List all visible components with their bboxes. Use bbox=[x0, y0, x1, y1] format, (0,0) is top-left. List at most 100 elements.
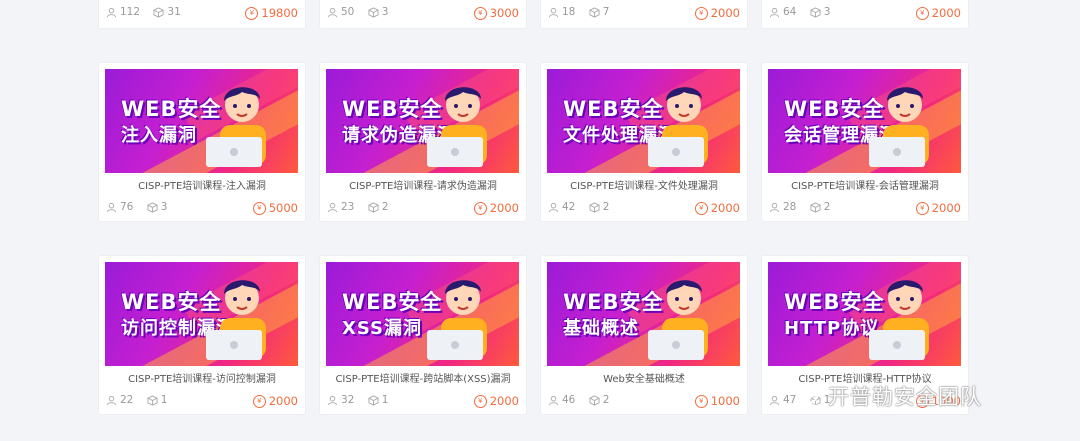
cube-icon bbox=[810, 6, 821, 18]
yuan-icon: ¥ bbox=[252, 202, 266, 215]
user-icon bbox=[769, 7, 780, 17]
user-icon bbox=[548, 7, 559, 17]
person-laptop-illustration bbox=[648, 280, 708, 360]
lesson-count: 31 bbox=[167, 6, 181, 18]
course-banner[interactable]: WEB安全 会话管理漏洞 bbox=[768, 69, 961, 173]
lesson-count: 3 bbox=[381, 6, 389, 18]
lesson-count: 1 bbox=[381, 394, 389, 406]
card-meta: 46 2 ¥1000 bbox=[548, 394, 740, 408]
yuan-icon: ¥ bbox=[915, 7, 929, 20]
course-card[interactable]: WEB安全 会话管理漏洞 CISP-PTE培训课程-会话管理漏洞 28 2 ¥2… bbox=[762, 63, 968, 221]
learner-count: 23 bbox=[341, 201, 355, 213]
lesson-count: 2 bbox=[823, 201, 831, 213]
wechat-watermark: 开普勒安全团队 bbox=[800, 381, 982, 411]
course-banner[interactable]: WEB安全 基础概述 bbox=[547, 262, 740, 366]
price-value: 2000 bbox=[931, 201, 961, 215]
yuan-icon: ¥ bbox=[694, 7, 708, 20]
course-banner[interactable]: WEB安全 XSS漏洞 bbox=[326, 262, 519, 366]
course-card[interactable]: WEB安全 访问控制漏洞 CISP-PTE培训课程-访问控制漏洞 22 1 ¥2… bbox=[99, 256, 305, 414]
user-icon bbox=[769, 202, 780, 212]
price-value: 2000 bbox=[710, 201, 740, 215]
course-banner[interactable]: WEB安全 访问控制漏洞 bbox=[105, 262, 298, 366]
course-card[interactable]: 112 31 ¥19800 bbox=[99, 0, 305, 28]
card-meta: 42 2 ¥2000 bbox=[548, 201, 740, 215]
course-card[interactable]: 18 7 ¥2000 bbox=[541, 0, 747, 28]
course-banner[interactable]: WEB安全 请求伪造漏洞 bbox=[326, 69, 519, 173]
lesson-count: 7 bbox=[602, 6, 610, 18]
cube-icon bbox=[368, 201, 379, 213]
course-card[interactable]: 50 3 ¥3000 bbox=[320, 0, 526, 28]
course-title[interactable]: CISP-PTE培训课程-访问控制漏洞 bbox=[99, 370, 305, 385]
price: ¥2000 bbox=[252, 394, 298, 408]
cube-icon bbox=[589, 394, 600, 406]
lesson-count: 2 bbox=[381, 201, 389, 213]
course-title[interactable]: CISP-PTE培训课程-请求伪造漏洞 bbox=[320, 177, 526, 192]
user-icon bbox=[106, 7, 117, 17]
price-value: 3000 bbox=[489, 6, 519, 20]
yuan-icon: ¥ bbox=[694, 202, 708, 215]
banner-line2: 基础概述 bbox=[563, 318, 639, 339]
lesson-count: 1 bbox=[160, 394, 168, 406]
cube-icon bbox=[147, 201, 158, 213]
course-title[interactable]: CISP-PTE培训课程-跨站脚本(XSS)漏洞 bbox=[320, 370, 526, 385]
course-title[interactable]: CISP-PTE培训课程-文件处理漏洞 bbox=[541, 177, 747, 192]
lesson-count: 2 bbox=[602, 201, 610, 213]
price: ¥2000 bbox=[694, 6, 740, 20]
banner-line2: 注入漏洞 bbox=[121, 125, 197, 146]
price-value: 2000 bbox=[931, 6, 961, 20]
cube-icon bbox=[589, 6, 600, 18]
person-laptop-illustration bbox=[648, 87, 708, 167]
card-meta: 23 2 ¥2000 bbox=[327, 201, 519, 215]
yuan-icon: ¥ bbox=[245, 7, 259, 20]
learner-count: 32 bbox=[341, 394, 355, 406]
yuan-icon: ¥ bbox=[252, 395, 266, 408]
course-card[interactable]: WEB安全 XSS漏洞 CISP-PTE培训课程-跨站脚本(XSS)漏洞 32 … bbox=[320, 256, 526, 414]
price-value: 2000 bbox=[489, 201, 519, 215]
price: ¥2000 bbox=[473, 201, 519, 215]
cube-icon bbox=[368, 394, 379, 406]
price: ¥2000 bbox=[915, 201, 961, 215]
learner-count: 64 bbox=[783, 6, 797, 18]
card-meta: 18 7 ¥2000 bbox=[548, 6, 740, 20]
learner-count: 18 bbox=[562, 6, 576, 18]
course-card[interactable]: WEB安全 请求伪造漏洞 CISP-PTE培训课程-请求伪造漏洞 23 2 ¥2… bbox=[320, 63, 526, 221]
course-card[interactable]: WEB安全 文件处理漏洞 CISP-PTE培训课程-文件处理漏洞 42 2 ¥2… bbox=[541, 63, 747, 221]
yuan-icon: ¥ bbox=[473, 7, 487, 20]
course-card[interactable]: WEB安全 基础概述 Web安全基础概述 46 2 ¥1000 bbox=[541, 256, 747, 414]
price-value: 2000 bbox=[710, 6, 740, 20]
course-banner[interactable]: WEB安全 HTTP协议 bbox=[768, 262, 961, 366]
course-title[interactable]: CISP-PTE培训课程-注入漏洞 bbox=[99, 177, 305, 192]
lesson-count: 2 bbox=[602, 394, 610, 406]
price-value: 1000 bbox=[710, 394, 740, 408]
user-icon bbox=[548, 395, 559, 405]
lesson-count: 3 bbox=[823, 6, 831, 18]
card-meta: 28 2 ¥2000 bbox=[769, 201, 961, 215]
cube-icon bbox=[368, 6, 379, 18]
user-icon bbox=[769, 395, 780, 405]
card-meta: 112 31 ¥19800 bbox=[106, 6, 298, 20]
cube-icon bbox=[153, 6, 164, 18]
wechat-icon bbox=[800, 388, 824, 407]
course-title[interactable]: Web安全基础概述 bbox=[541, 370, 747, 385]
learner-count: 76 bbox=[120, 201, 134, 213]
course-banner[interactable]: WEB安全 文件处理漏洞 bbox=[547, 69, 740, 173]
user-icon bbox=[327, 202, 338, 212]
person-laptop-illustration bbox=[869, 280, 929, 360]
person-laptop-illustration bbox=[427, 280, 487, 360]
course-banner[interactable]: WEB安全 注入漏洞 bbox=[105, 69, 298, 173]
card-meta: 22 1 ¥2000 bbox=[106, 394, 298, 408]
learner-count: 47 bbox=[783, 394, 797, 406]
person-laptop-illustration bbox=[206, 280, 266, 360]
price-value: 2000 bbox=[268, 394, 298, 408]
learner-count: 22 bbox=[120, 394, 134, 406]
course-card[interactable]: 64 3 ¥2000 bbox=[762, 0, 968, 28]
user-icon bbox=[106, 202, 117, 212]
price: ¥3000 bbox=[473, 6, 519, 20]
price: ¥2000 bbox=[473, 394, 519, 408]
banner-line2: XSS漏洞 bbox=[342, 318, 422, 339]
course-card[interactable]: WEB安全 注入漏洞 CISP-PTE培训课程-注入漏洞 76 3 ¥5000 bbox=[99, 63, 305, 221]
price-value: 19800 bbox=[261, 6, 298, 20]
learner-count: 42 bbox=[562, 201, 576, 213]
course-title[interactable]: CISP-PTE培训课程-会话管理漏洞 bbox=[762, 177, 968, 192]
cube-icon bbox=[147, 394, 158, 406]
